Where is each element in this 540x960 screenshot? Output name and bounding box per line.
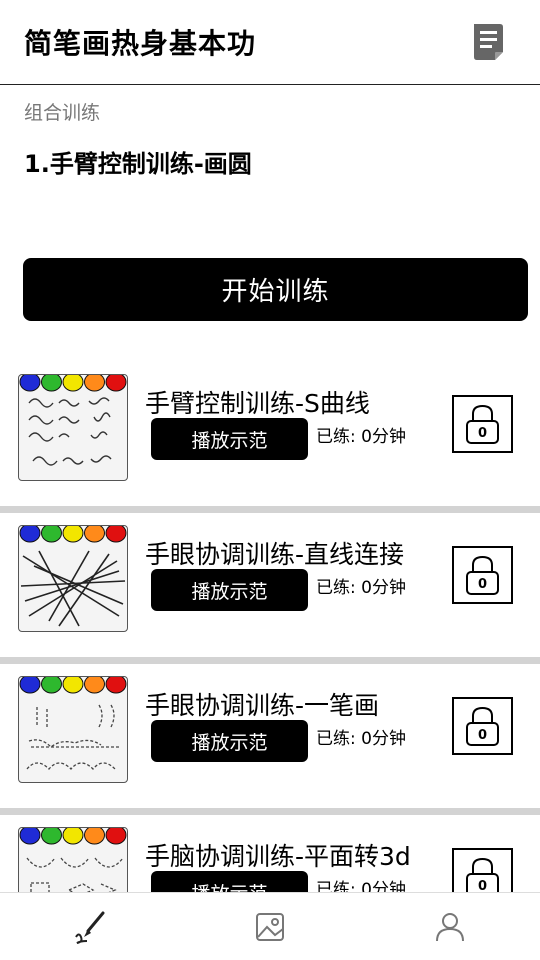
plane-to-3d-thumbnail xyxy=(18,827,128,892)
lock-number: 0 xyxy=(478,577,487,592)
paint-pot xyxy=(41,828,62,845)
paint-pot xyxy=(62,375,84,392)
s-curve-thumbnail xyxy=(18,374,128,481)
paint-pot xyxy=(62,677,84,694)
section-label: 组合训练 xyxy=(24,102,101,124)
paint-pot xyxy=(84,677,105,694)
paint-pot xyxy=(105,677,127,694)
list-item[interactable]: 手脑协调训练-平面转3d 播放示范 已练: 0分钟 0 xyxy=(0,815,540,892)
play-demo-button[interactable]: 播放示范 xyxy=(151,418,308,460)
paint-pot xyxy=(19,526,41,543)
lock-icon[interactable]: 0 xyxy=(452,848,513,892)
paint-pot xyxy=(105,375,127,392)
paint-pot xyxy=(62,828,84,845)
paint-pot xyxy=(41,526,62,543)
list-divider xyxy=(0,506,540,513)
list-divider xyxy=(0,808,540,815)
lock-number: 0 xyxy=(478,879,487,892)
list-divider xyxy=(0,657,540,664)
bottom-nav xyxy=(0,892,540,960)
lock-number: 0 xyxy=(478,426,487,441)
play-demo-button[interactable]: 播放示范 xyxy=(151,569,308,611)
user-icon[interactable] xyxy=(430,907,470,947)
practiced-time: 已练: 0分钟 xyxy=(316,427,406,447)
lock-icon[interactable]: 0 xyxy=(452,546,513,604)
lock-icon[interactable]: 0 xyxy=(452,395,513,453)
paint-pot xyxy=(84,375,105,392)
training-list[interactable]: 手臂控制训练-S曲线 播放示范 已练: 0分钟 0 手眼协调训练-直线连接 播放… xyxy=(0,362,540,892)
lock-icon[interactable]: 0 xyxy=(452,697,513,755)
paint-pot xyxy=(19,375,41,392)
combo-training-title: 1.手臂控制训练-画圆 xyxy=(24,150,252,178)
one-stroke-thumbnail xyxy=(18,676,128,783)
document-icon[interactable] xyxy=(470,22,506,62)
list-item[interactable]: 手眼协调训练-直线连接 播放示范 已练: 0分钟 0 xyxy=(0,513,540,664)
paint-pot xyxy=(105,526,127,543)
paint-pot xyxy=(84,828,105,845)
list-item[interactable]: 手臂控制训练-S曲线 播放示范 已练: 0分钟 0 xyxy=(0,362,540,513)
page-title: 简笔画热身基本功 xyxy=(24,27,257,60)
item-title: 手眼协调训练-直线连接 xyxy=(145,540,405,569)
item-title: 手脑协调训练-平面转3d xyxy=(145,842,411,871)
paint-pot xyxy=(105,828,127,845)
practiced-time: 已练: 0分钟 xyxy=(316,729,406,749)
paint-pot xyxy=(41,375,62,392)
line-connect-thumbnail xyxy=(18,525,128,632)
paint-pot xyxy=(41,677,62,694)
paint-pot xyxy=(19,828,41,845)
list-item[interactable]: 手眼协调训练-一笔画 播放示范 已练: 0分钟 0 xyxy=(0,664,540,815)
lock-number: 0 xyxy=(478,728,487,743)
paint-pot xyxy=(84,526,105,543)
play-demo-button[interactable]: 播放示范 xyxy=(151,871,308,892)
paint-pot xyxy=(19,677,41,694)
start-training-button[interactable]: 开始训练 xyxy=(23,258,528,321)
image-icon[interactable] xyxy=(250,907,290,947)
item-title: 手眼协调训练-一笔画 xyxy=(145,691,380,720)
play-demo-button[interactable]: 播放示范 xyxy=(151,720,308,762)
practiced-time: 已练: 0分钟 xyxy=(316,578,406,598)
practiced-time: 已练: 0分钟 xyxy=(316,880,406,892)
brush-icon[interactable] xyxy=(70,907,110,947)
item-title: 手臂控制训练-S曲线 xyxy=(145,389,370,418)
app-header: 简笔画热身基本功 xyxy=(0,0,540,85)
paint-pot xyxy=(62,526,84,543)
